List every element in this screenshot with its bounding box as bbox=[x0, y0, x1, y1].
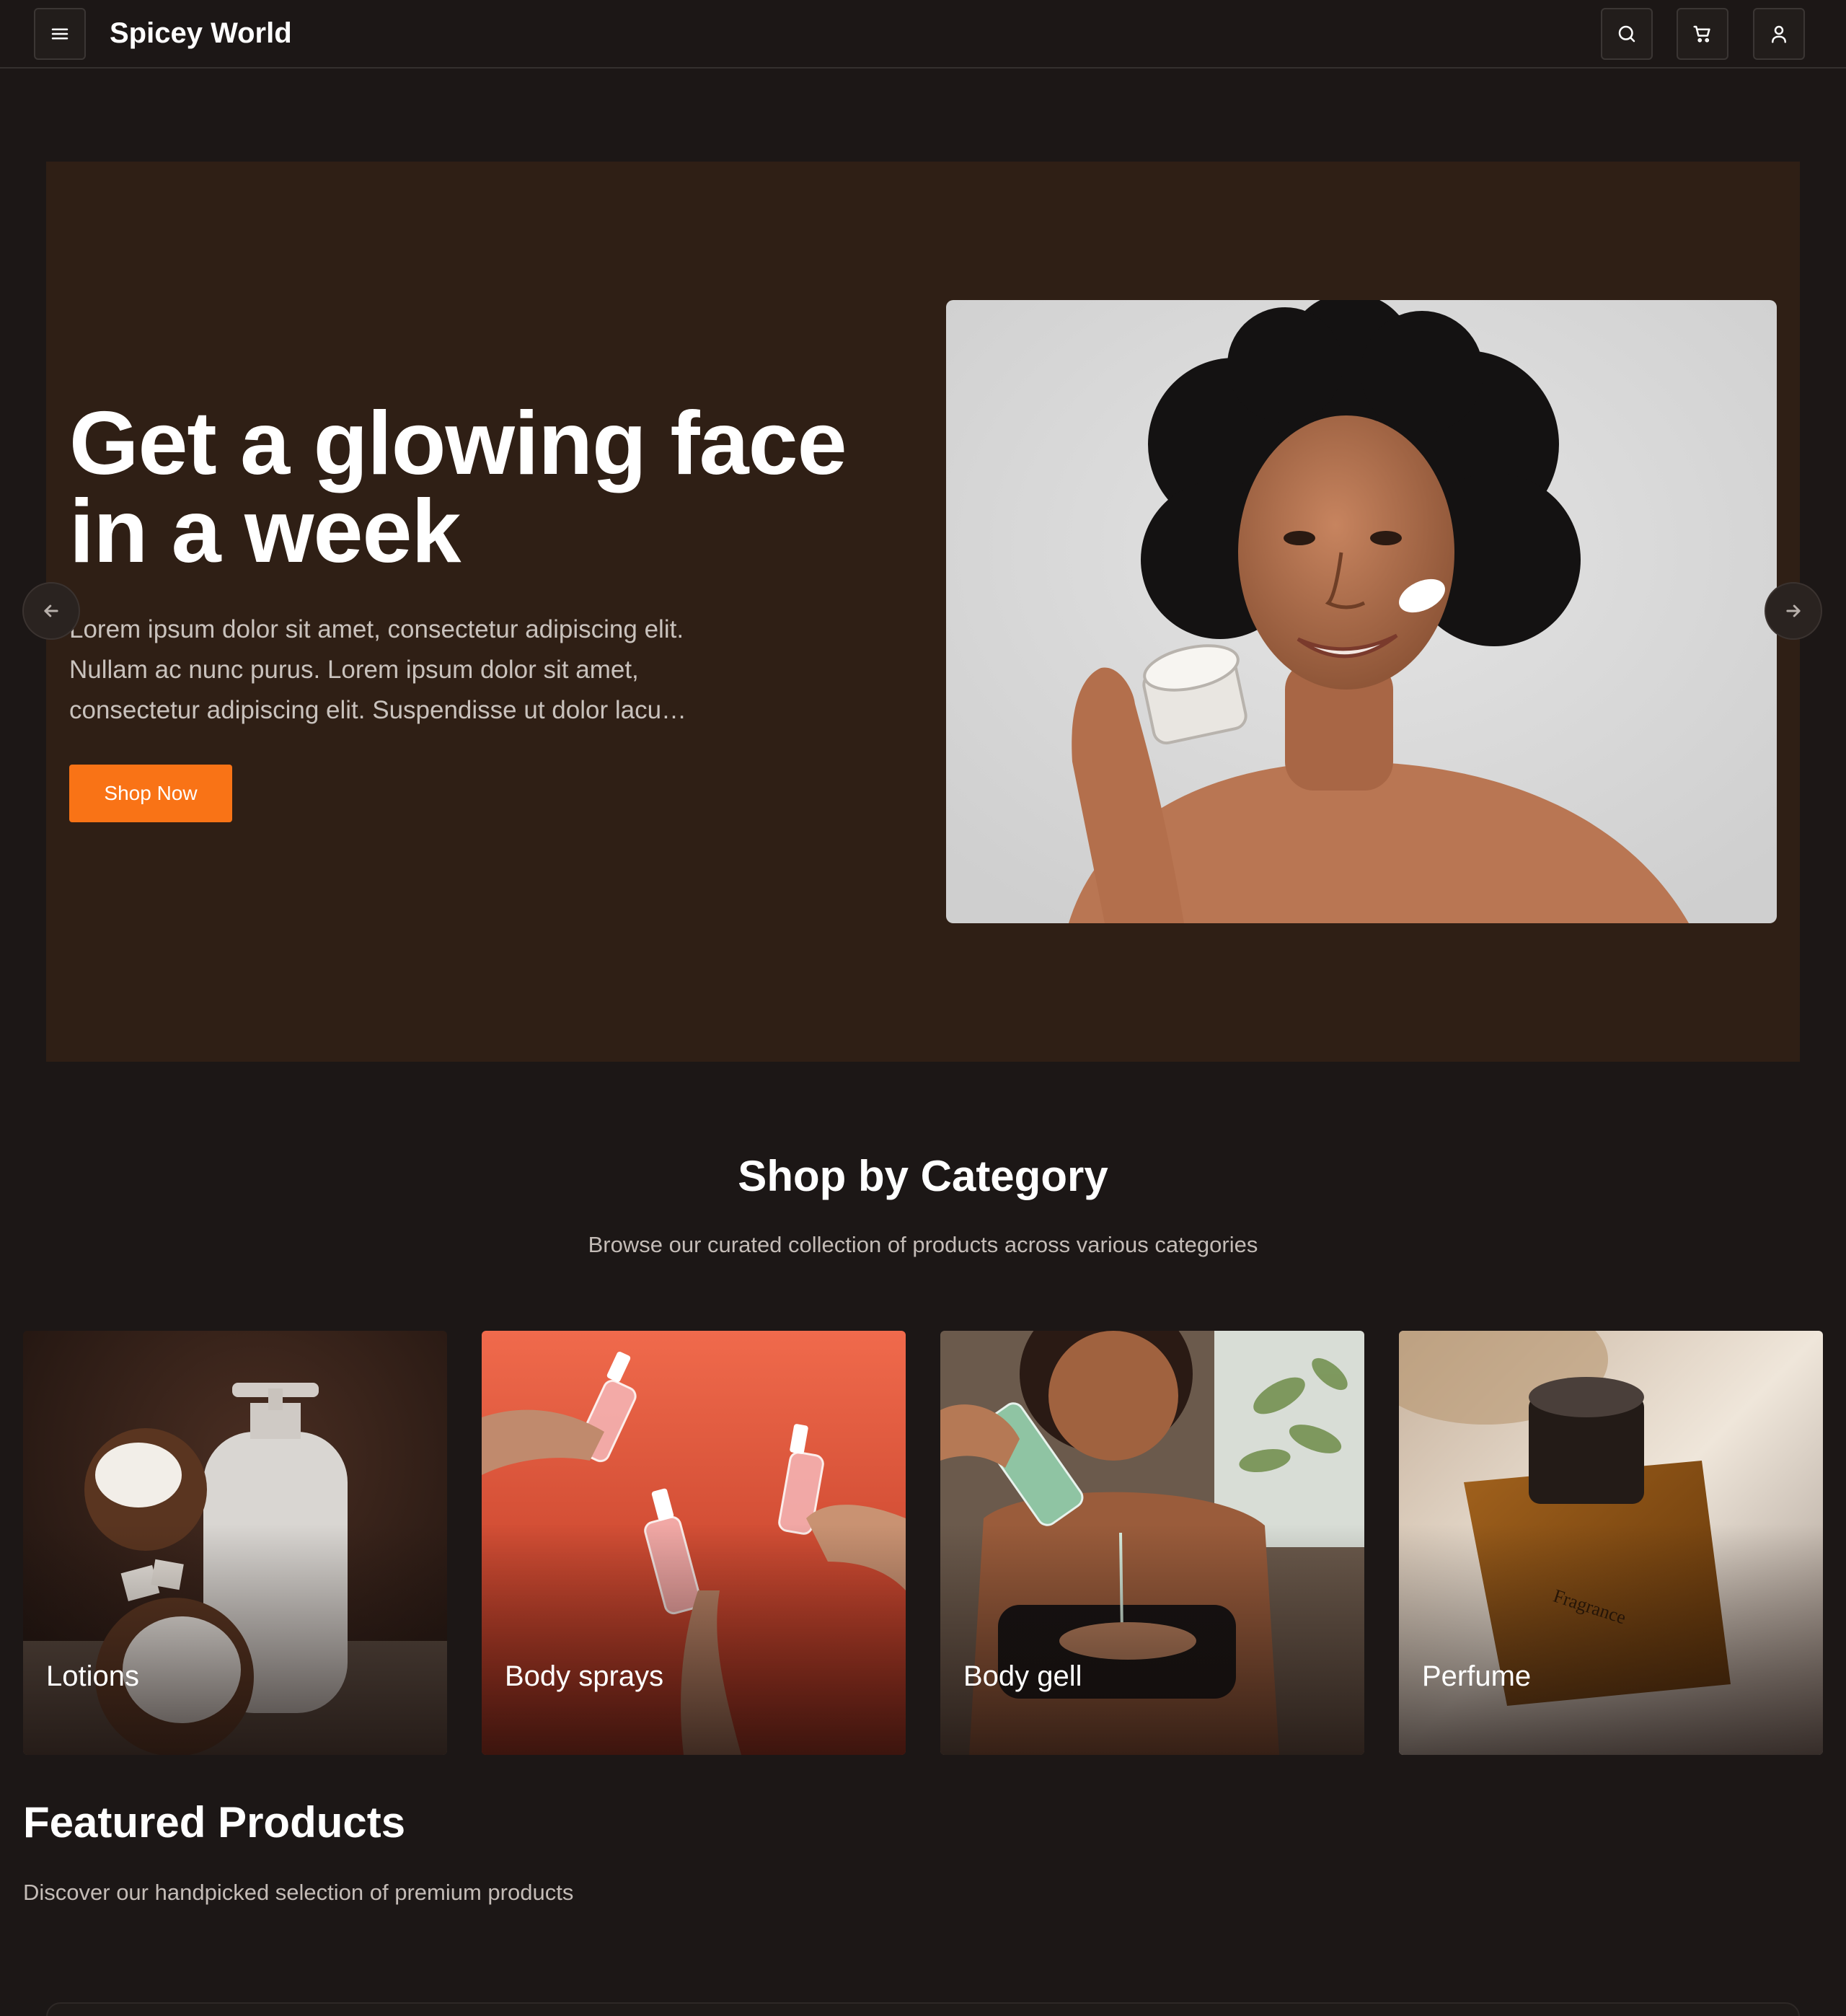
category-card-overlay bbox=[1399, 1524, 1823, 1755]
shop-now-button[interactable]: Shop Now bbox=[69, 765, 232, 822]
hero-image bbox=[946, 300, 1777, 923]
arrow-right-icon bbox=[1786, 604, 1801, 617]
featured-section-title: Featured Products bbox=[23, 1798, 406, 1846]
category-label: Lotions bbox=[46, 1660, 139, 1692]
carousel-next-button[interactable] bbox=[1765, 582, 1822, 640]
arrow-left-icon bbox=[44, 604, 58, 617]
carousel-prev-button[interactable] bbox=[22, 582, 80, 640]
featured-product-card[interactable] bbox=[46, 2002, 1800, 2016]
menu-icon bbox=[51, 28, 69, 40]
search-button[interactable] bbox=[1601, 8, 1653, 60]
category-label: Perfume bbox=[1422, 1660, 1532, 1692]
cart-button[interactable] bbox=[1677, 8, 1728, 60]
category-card-body-sprays[interactable]: Body sprays bbox=[482, 1331, 906, 1755]
category-card-overlay bbox=[482, 1524, 906, 1755]
category-card-lotions[interactable]: Lotions bbox=[23, 1331, 447, 1755]
category-card-overlay bbox=[940, 1524, 1364, 1755]
category-section-subtitle: Browse our curated collection of product… bbox=[588, 1232, 1258, 1257]
featured-section-subtitle: Discover our handpicked selection of pre… bbox=[23, 1880, 574, 1905]
category-card-body-gell[interactable]: Body gell bbox=[940, 1331, 1364, 1755]
category-label: Body gell bbox=[963, 1660, 1082, 1692]
category-card-overlay bbox=[23, 1524, 447, 1755]
top-navigation-bar: Spicey World bbox=[0, 0, 1846, 69]
category-card-perfume[interactable]: Fragrance Perfume bbox=[1399, 1331, 1823, 1755]
user-icon bbox=[1772, 25, 1786, 43]
brand-name[interactable]: Spicey World bbox=[110, 17, 292, 50]
cart-icon bbox=[1693, 25, 1710, 43]
hero-description: Lorem ipsum dolor sit amet, consectetur … bbox=[69, 615, 687, 724]
category-section-title: Shop by Category bbox=[738, 1152, 1108, 1200]
hero-title: Get a glowing face in a week bbox=[69, 394, 847, 581]
account-button[interactable] bbox=[1753, 8, 1805, 60]
category-label: Body sprays bbox=[505, 1660, 664, 1692]
menu-button[interactable] bbox=[34, 8, 86, 60]
woman-with-face-cream-image bbox=[946, 300, 1777, 923]
search-icon bbox=[1618, 25, 1635, 43]
